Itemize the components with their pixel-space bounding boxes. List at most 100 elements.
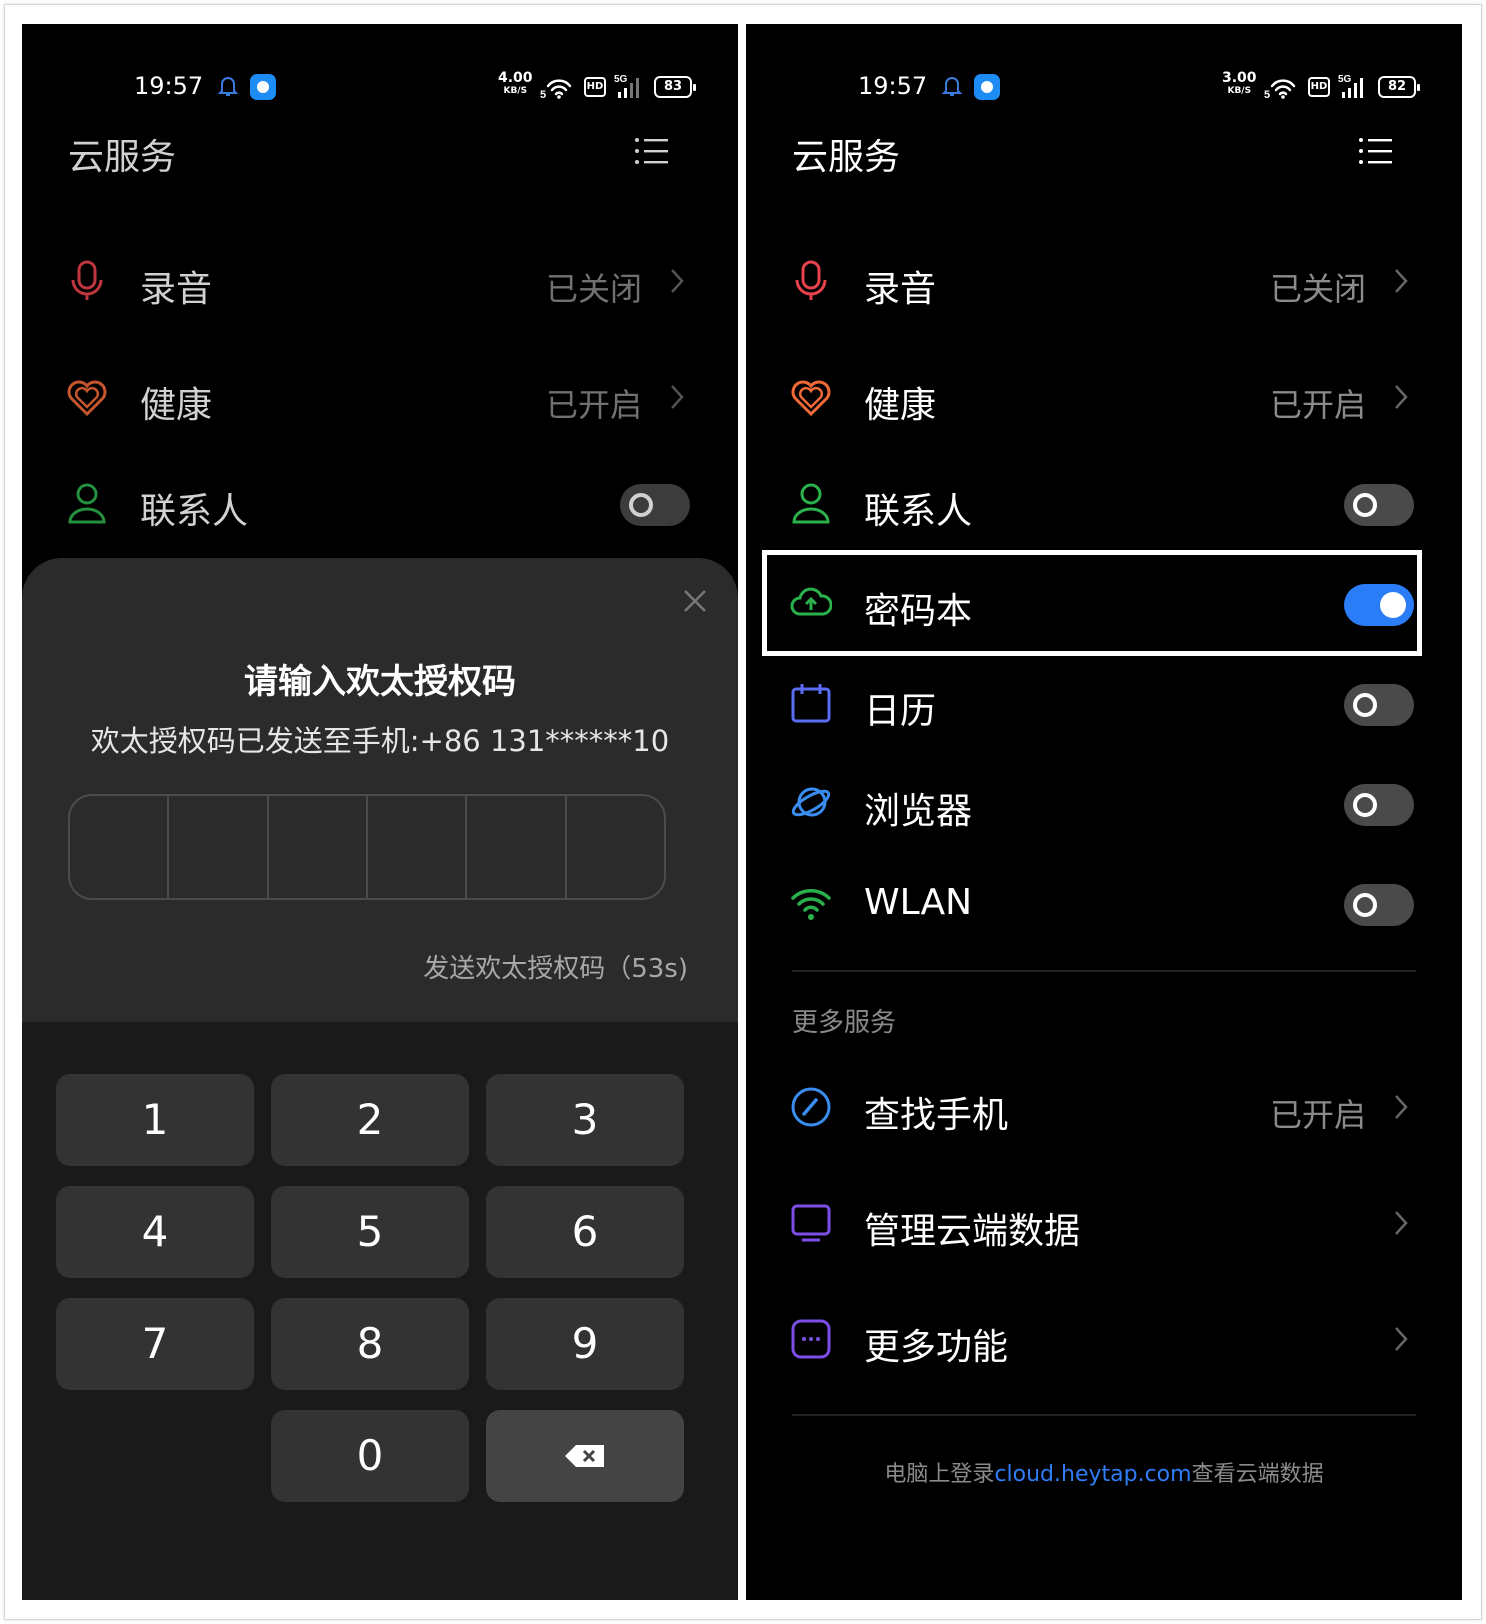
key-6[interactable]: 6 [486, 1186, 684, 1278]
microphone-icon [795, 260, 827, 300]
key-9[interactable]: 9 [486, 1298, 684, 1390]
row-manage-cloud-data[interactable]: 管理云端数据 [746, 1172, 1462, 1272]
network-speed: 4.00 KB/S [498, 70, 533, 96]
auth-code-input[interactable] [68, 794, 666, 900]
row-status: 已关闭 [1269, 270, 1366, 308]
dialog-title: 请输入欢太授权码 [244, 662, 516, 702]
chevron-right-icon [671, 385, 684, 409]
row-label: WLAN [864, 882, 973, 923]
status-bar: 19:57 3.00 KB/S 5 HD 5G 82 [746, 68, 1462, 108]
contacts-toggle[interactable] [620, 484, 690, 526]
app-icon [974, 74, 1000, 100]
key-1[interactable]: 1 [56, 1074, 254, 1166]
row-status: 已关闭 [545, 270, 642, 308]
row-label: 录音 [864, 269, 937, 310]
microphone-icon [71, 260, 103, 300]
contact-icon [68, 483, 106, 524]
row-find-phone[interactable]: 查找手机 已开启 [746, 1056, 1462, 1156]
row-label: 健康 [864, 385, 937, 426]
chevron-right-icon [1395, 1211, 1408, 1235]
row-status: 已开启 [545, 386, 642, 424]
contact-icon [792, 483, 830, 524]
code-digit-cell[interactable] [70, 796, 170, 898]
dialog-subtitle: 欢太授权码已发送至手机:+86 131******10 [90, 724, 670, 758]
code-digit-cell[interactable] [467, 796, 567, 898]
divider [792, 970, 1416, 972]
row-status: 已开启 [1269, 1096, 1366, 1134]
row-contacts[interactable]: 联系人 [22, 452, 738, 552]
chevron-right-icon [671, 269, 684, 293]
row-label: 更多功能 [864, 1327, 1009, 1368]
key-4[interactable]: 4 [56, 1186, 254, 1278]
network-speed: 3.00 KB/S [1222, 70, 1257, 96]
row-label: 浏览器 [864, 791, 973, 832]
backspace-icon [565, 1445, 604, 1467]
bell-icon [942, 77, 962, 96]
resend-code-link[interactable]: 发送欢太授权码（53s) [423, 948, 688, 985]
status-bar: 19:57 4.00 KB/S 5 HD 5G 83 [22, 68, 738, 108]
svg-text:5: 5 [540, 89, 546, 100]
row-health[interactable]: 健康 已开启 [746, 346, 1462, 446]
battery-icon: 82 [1378, 76, 1420, 98]
svg-text:5: 5 [1264, 89, 1270, 100]
code-digit-cell[interactable] [368, 796, 468, 898]
row-status: 已开启 [1269, 386, 1366, 424]
row-calendar[interactable]: 日历 [746, 652, 1462, 752]
row-label: 联系人 [864, 491, 973, 532]
key-7[interactable]: 7 [56, 1298, 254, 1390]
menu-list-icon[interactable] [1358, 136, 1392, 166]
footer-note: 电脑上登录cloud.heytap.com查看云端数据 [746, 1456, 1462, 1488]
chevron-right-icon [1395, 385, 1408, 409]
hd-icon: HD [1308, 77, 1330, 97]
signal-icon: 5G [614, 74, 639, 98]
row-wlan[interactable]: WLAN [746, 852, 1462, 952]
key-8[interactable]: 8 [271, 1298, 469, 1390]
chevron-right-icon [1395, 1095, 1408, 1119]
row-password-book[interactable]: 密码本 [746, 552, 1462, 652]
row-label: 录音 [140, 269, 213, 310]
code-digit-cell[interactable] [169, 796, 269, 898]
browser-toggle[interactable] [1344, 784, 1414, 826]
svg-text:5G: 5G [614, 74, 628, 85]
page-title: 云服务 [68, 137, 177, 178]
row-label: 日历 [864, 691, 937, 732]
numeric-keypad: 1 2 3 4 5 6 7 8 9 0 [22, 1022, 738, 1600]
row-health[interactable]: 健康 已开启 [22, 346, 738, 446]
key-5[interactable]: 5 [271, 1186, 469, 1278]
wifi-icon: 5 [540, 79, 572, 100]
browser-planet-icon [791, 787, 831, 817]
row-recording[interactable]: 录音 已关闭 [22, 230, 738, 330]
heart-icon [791, 380, 831, 417]
close-icon[interactable] [682, 588, 708, 614]
code-digit-cell[interactable] [269, 796, 368, 898]
heart-icon [67, 380, 107, 417]
compass-icon [791, 1087, 831, 1127]
row-more-features[interactable]: 更多功能 [746, 1288, 1462, 1388]
key-0[interactable]: 0 [271, 1410, 469, 1502]
signal-icon: 5G [1338, 74, 1363, 98]
row-browser[interactable]: 浏览器 [746, 752, 1462, 852]
svg-text:5G: 5G [1338, 74, 1352, 85]
row-label: 联系人 [140, 491, 249, 532]
code-digit-cell[interactable] [567, 796, 664, 898]
page-title: 云服务 [792, 137, 901, 178]
contacts-toggle[interactable] [1344, 484, 1414, 526]
footer-prefix: 电脑上登录 [884, 1462, 995, 1487]
calendar-toggle[interactable] [1344, 684, 1414, 726]
row-contacts[interactable]: 联系人 [746, 452, 1462, 552]
cloud-website-link[interactable]: cloud.heytap.com [994, 1462, 1191, 1487]
wlan-toggle[interactable] [1344, 884, 1414, 926]
battery-icon: 83 [654, 76, 696, 98]
row-label: 健康 [140, 385, 213, 426]
monitor-icon [791, 1204, 831, 1242]
menu-list-icon[interactable] [634, 136, 668, 166]
key-3[interactable]: 3 [486, 1074, 684, 1166]
cloud-icon [790, 587, 832, 616]
key-2[interactable]: 2 [271, 1074, 469, 1166]
row-label: 管理云端数据 [864, 1211, 1081, 1252]
status-time: 19:57 [134, 72, 204, 100]
password-book-toggle[interactable] [1344, 584, 1414, 626]
backspace-key[interactable] [486, 1410, 684, 1502]
row-recording[interactable]: 录音 已关闭 [746, 230, 1462, 330]
phone-right: 19:57 3.00 KB/S 5 HD 5G 82 云服务 录音 已关闭 健康 … [746, 24, 1462, 1600]
